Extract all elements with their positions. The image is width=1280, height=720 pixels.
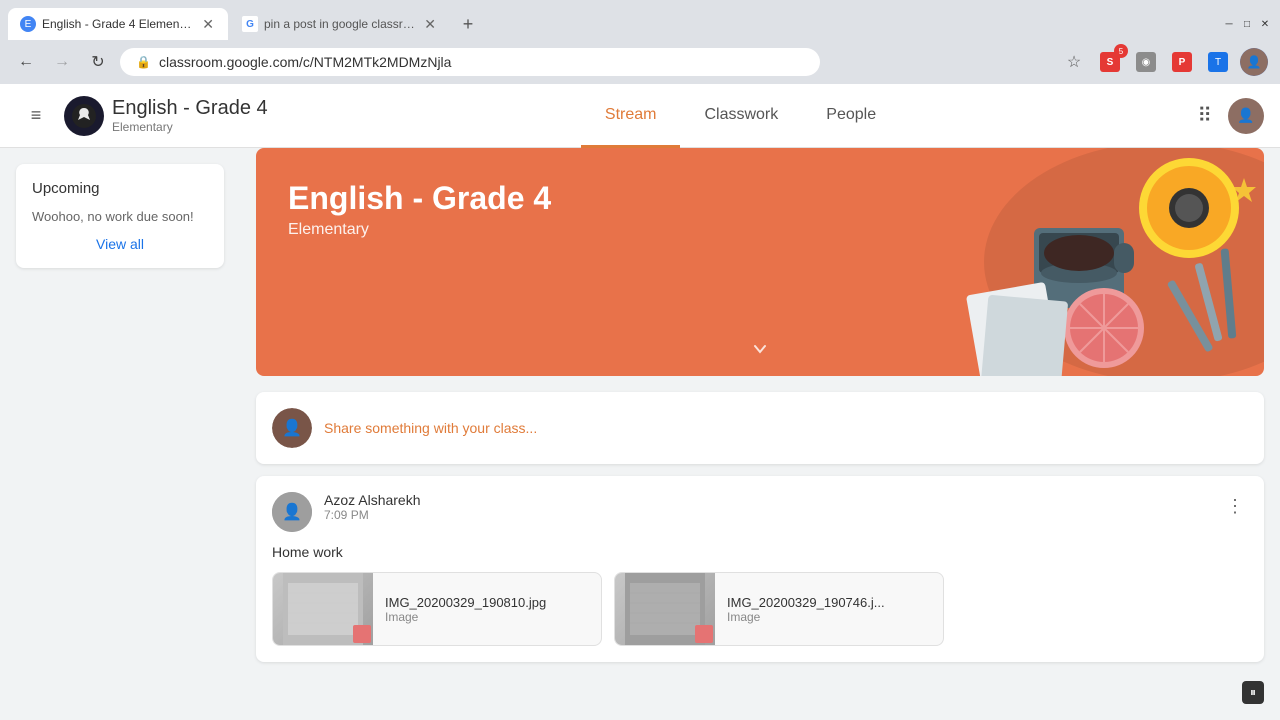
extension-icon-3[interactable]: P xyxy=(1168,48,1196,76)
post-time: 7:09 PM xyxy=(324,508,421,522)
app-nav: Stream Classwork People xyxy=(292,84,1190,147)
maximize-button[interactable]: □ xyxy=(1240,17,1254,31)
lock-icon: 🔒 xyxy=(136,55,151,69)
header-right: ⠿ 👤 xyxy=(1189,95,1264,136)
nav-tab-classwork[interactable]: Classwork xyxy=(680,85,802,148)
main-content: Upcoming Woohoo, no work due soon! View … xyxy=(0,148,1280,720)
attachment-info-1: IMG_20200329_190810.jpg Image xyxy=(373,587,558,632)
nav-tab-people[interactable]: People xyxy=(802,85,900,148)
bookmark-icon[interactable]: ☆ xyxy=(1060,48,1088,76)
attachment-name-2: IMG_20200329_190746.j... xyxy=(727,595,885,610)
toolbar-right: ☆ S 5 ◉ P T 👤 xyxy=(1060,48,1268,76)
share-avatar: 👤 xyxy=(272,408,312,448)
close-button[interactable]: ✕ xyxy=(1258,17,1272,31)
attachment-type-2: Image xyxy=(727,610,885,624)
app-logo xyxy=(64,96,104,136)
tab-bar: E English - Grade 4 Elementary ✕ G pin a… xyxy=(0,0,1280,40)
view-all-link[interactable]: View all xyxy=(32,236,208,252)
tab-title-1: English - Grade 4 Elementary xyxy=(42,17,194,31)
app-title-wrap: English - Grade 4 Elementary xyxy=(112,97,268,134)
attachment-corner-1 xyxy=(353,625,371,643)
share-avatar-img: 👤 xyxy=(272,408,312,448)
post-avatar: 👤 xyxy=(272,492,312,532)
attachment-name-1: IMG_20200329_190810.jpg xyxy=(385,595,546,610)
attachments: IMG_20200329_190810.jpg Image xyxy=(272,572,1248,646)
attachment-info-2: IMG_20200329_190746.j... Image xyxy=(715,587,897,632)
post-header: 👤 Azoz Alsharekh 7:09 PM ⋮ xyxy=(272,492,1248,532)
address-bar: ← → ↻ 🔒 classroom.google.com/c/NTM2MTk2M… xyxy=(0,40,1280,84)
user-avatar[interactable]: 👤 xyxy=(1228,98,1264,134)
chevron-down-icon xyxy=(750,339,770,359)
upcoming-title: Upcoming xyxy=(32,180,208,197)
tab-close-1[interactable]: ✕ xyxy=(200,14,216,35)
nav-tab-stream[interactable]: Stream xyxy=(581,85,681,148)
attachment-thumb-2 xyxy=(615,573,715,645)
upcoming-empty-message: Woohoo, no work due soon! xyxy=(32,209,208,224)
tab-title-2: pin a post in google classroom s... xyxy=(264,17,416,31)
post-avatar-img: 👤 xyxy=(272,492,312,532)
reload-button[interactable]: ↻ xyxy=(84,48,112,76)
share-placeholder[interactable]: Share something with your class... xyxy=(324,420,1248,436)
hamburger-menu[interactable]: ≡ xyxy=(16,96,56,136)
browser-chrome: E English - Grade 4 Elementary ✕ G pin a… xyxy=(0,0,1280,84)
record-icon: ⏸ xyxy=(1250,685,1256,700)
tab-active[interactable]: E English - Grade 4 Elementary ✕ xyxy=(8,8,228,40)
app-title: English - Grade 4 xyxy=(112,97,268,120)
forward-button[interactable]: → xyxy=(48,48,76,76)
google-apps-icon[interactable]: ⠿ xyxy=(1189,95,1220,136)
attachment-type-1: Image xyxy=(385,610,546,624)
chrome-profile-avatar[interactable]: 👤 xyxy=(1240,48,1268,76)
hero-chevron[interactable] xyxy=(750,339,770,364)
url-bar[interactable]: 🔒 classroom.google.com/c/NTM2MTk2MDMzNjl… xyxy=(120,48,820,76)
minimize-button[interactable]: ─ xyxy=(1222,17,1236,31)
post-card: 👤 Azoz Alsharekh 7:09 PM ⋮ Home work xyxy=(256,476,1264,662)
share-box[interactable]: 👤 Share something with your class... xyxy=(256,392,1264,464)
hero-banner: English - Grade 4 Elementary xyxy=(256,148,1264,376)
upcoming-card: Upcoming Woohoo, no work due soon! View … xyxy=(16,164,224,268)
extension-icon-2[interactable]: ◉ xyxy=(1132,48,1160,76)
attachment-1[interactable]: IMG_20200329_190810.jpg Image xyxy=(272,572,602,646)
window-controls: ─ □ ✕ xyxy=(1222,17,1272,31)
app-subtitle: Elementary xyxy=(112,120,268,134)
back-button[interactable]: ← xyxy=(12,48,40,76)
tab-inactive[interactable]: G pin a post in google classroom s... ✕ xyxy=(230,8,450,40)
record-button[interactable]: ⏸ xyxy=(1242,681,1264,704)
attachment-preview-2 xyxy=(625,573,705,645)
logo-icon xyxy=(70,102,98,130)
illustration-svg xyxy=(884,148,1264,376)
attachment-thumb-1 xyxy=(273,573,373,645)
attachment-2[interactable]: IMG_20200329_190746.j... Image xyxy=(614,572,944,646)
new-tab-button[interactable]: + xyxy=(454,10,482,38)
post-body: Home work xyxy=(272,544,1248,560)
extension-icon-1[interactable]: S 5 xyxy=(1096,48,1124,76)
app-header: ≡ English - Grade 4 Elementary Stream Cl… xyxy=(0,84,1280,148)
hero-illustration xyxy=(884,148,1264,376)
attachment-preview-1 xyxy=(283,573,363,645)
post-menu-button[interactable]: ⋮ xyxy=(1222,492,1248,521)
tab-close-2[interactable]: ✕ xyxy=(422,14,438,35)
sidebar: Upcoming Woohoo, no work due soon! View … xyxy=(0,148,240,720)
stream: English - Grade 4 Elementary xyxy=(240,148,1280,720)
tab-favicon-1: E xyxy=(20,16,36,32)
url-text: classroom.google.com/c/NTM2MTk2MDMzNjla xyxy=(159,54,804,70)
post-author-info: Azoz Alsharekh 7:09 PM xyxy=(324,492,421,522)
tab-favicon-2: G xyxy=(242,16,258,32)
extension-icon-4[interactable]: T xyxy=(1204,48,1232,76)
post-author-name: Azoz Alsharekh xyxy=(324,492,421,508)
attachment-corner-2 xyxy=(695,625,713,643)
